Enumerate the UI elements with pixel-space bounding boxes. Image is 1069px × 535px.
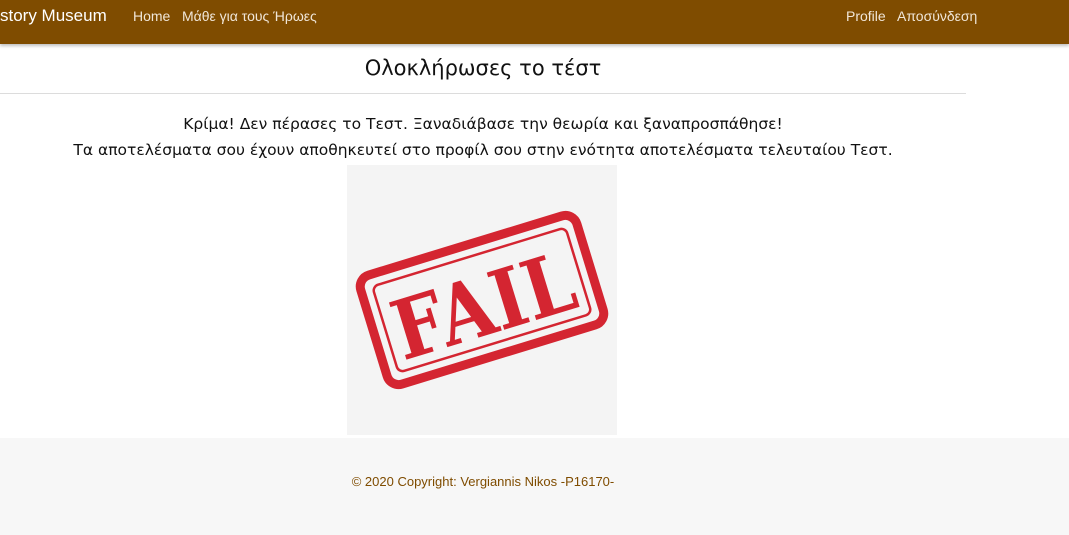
results-saved-message: Τα αποτελέσματα σου έχουν αποθηκευτεί στ… <box>73 141 893 159</box>
nav-learn-heroes-link[interactable]: Μάθε για τους Ήρωες <box>182 8 317 24</box>
page-title: Ολοκλήρωσες το τέστ <box>364 56 602 80</box>
page-footer: © 2020 Copyright: Vergiannis Nikos -P161… <box>0 438 1069 535</box>
title-divider <box>0 93 966 94</box>
nav-home-link[interactable]: Home <box>133 8 170 24</box>
brand-link[interactable]: story Museum <box>0 6 107 26</box>
fail-stamp-image: FAIL <box>347 165 617 435</box>
top-navbar: story Museum Home Μάθε για τους Ήρωες Pr… <box>0 0 1069 44</box>
nav-logout-link[interactable]: Αποσύνδεση <box>897 8 977 24</box>
fail-stamp-icon: FAIL <box>355 210 609 390</box>
nav-profile-link[interactable]: Profile <box>846 8 886 24</box>
footer-copyright: © 2020 Copyright: Vergiannis Nikos -P161… <box>351 474 615 489</box>
fail-message: Κρίμα! Δεν πέρασες το Τεστ. Ξαναδιάβασε … <box>183 115 783 133</box>
